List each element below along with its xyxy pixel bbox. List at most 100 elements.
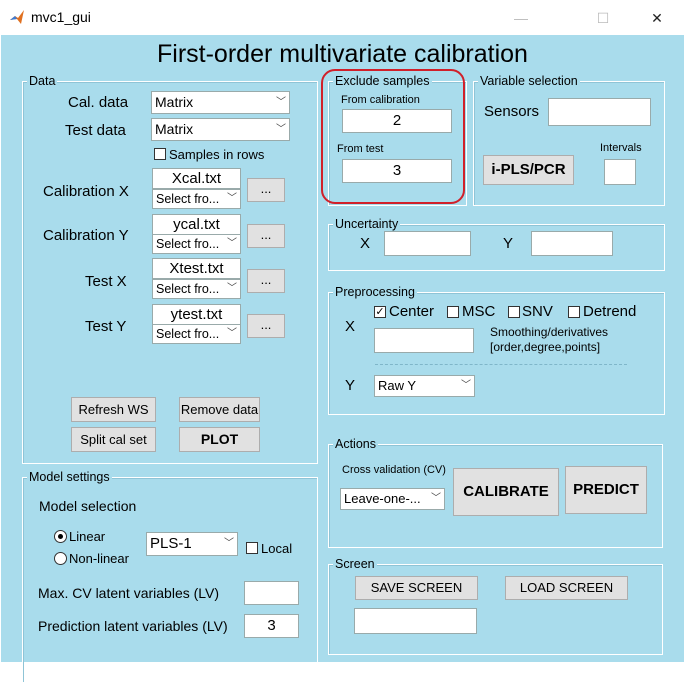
preprocessing-x-label: X bbox=[345, 318, 356, 335]
model-selection-label: Model selection bbox=[39, 498, 137, 514]
calibration-x-label: Calibration X bbox=[43, 183, 129, 200]
model-settings-title: Model settings bbox=[27, 469, 112, 485]
detrend-checkbox[interactable] bbox=[568, 306, 580, 318]
nonlinear-label: Non-linear bbox=[69, 551, 129, 566]
calibration-x-file[interactable]: Xcal.txt bbox=[152, 168, 241, 189]
test-data-select[interactable]: Matrix ﹀ bbox=[151, 118, 290, 141]
calibration-y-file[interactable]: ycal.txt bbox=[152, 214, 241, 235]
app-client-area: First-order multivariate calibration Dat… bbox=[1, 35, 684, 683]
matlab-icon bbox=[10, 10, 24, 24]
browse-calibration-y-button[interactable]: ... bbox=[247, 224, 285, 248]
snv-checkbox[interactable] bbox=[508, 306, 520, 318]
y-preprocessing-select[interactable]: Raw Y ﹀ bbox=[374, 375, 475, 397]
snv-label: SNV bbox=[522, 303, 553, 320]
nonlinear-radio[interactable] bbox=[54, 552, 67, 565]
calibrate-button[interactable]: CALIBRATE bbox=[453, 468, 559, 516]
test-data-label: Test data bbox=[65, 122, 126, 139]
intervals-label: Intervals bbox=[600, 142, 642, 154]
center-checkbox[interactable]: ✓ bbox=[374, 306, 386, 318]
cross-validation-select[interactable]: Leave-one-... ﹀ bbox=[340, 488, 445, 510]
calibration-x-source-value: Select fro... bbox=[156, 192, 220, 206]
data-panel-title: Data bbox=[27, 73, 58, 89]
screen-filename-input[interactable] bbox=[354, 608, 477, 634]
cross-validation-label: Cross validation (CV) bbox=[342, 464, 446, 476]
cal-data-label: Cal. data bbox=[68, 94, 129, 111]
calibration-y-label: Calibration Y bbox=[43, 227, 129, 244]
chevron-down-icon: ﹀ bbox=[223, 280, 240, 298]
actions-title: Actions bbox=[333, 436, 378, 452]
remove-data-button[interactable]: Remove data bbox=[179, 397, 260, 422]
ipls-pcr-button[interactable]: i-PLS/PCR bbox=[483, 155, 574, 185]
predict-button[interactable]: PREDICT bbox=[565, 466, 647, 514]
chevron-down-icon: ﹀ bbox=[220, 533, 237, 555]
uncertainty-panel: Uncertainty bbox=[328, 216, 665, 271]
sensors-label: Sensors bbox=[484, 103, 540, 120]
uncertainty-y-input[interactable] bbox=[531, 231, 613, 256]
test-data-value: Matrix bbox=[155, 121, 194, 137]
max-cv-lv-input[interactable] bbox=[244, 581, 299, 605]
smoothing-label: Smoothing/derivatives bbox=[490, 325, 609, 339]
smoothing-format-label: [order,degree,points] bbox=[490, 340, 601, 354]
save-screen-button[interactable]: SAVE SCREEN bbox=[355, 576, 478, 600]
test-y-file[interactable]: ytest.txt bbox=[152, 304, 241, 325]
maximize-button[interactable]: ☐ bbox=[580, 4, 626, 32]
msc-checkbox[interactable] bbox=[447, 306, 459, 318]
prediction-lv-input[interactable]: 3 bbox=[244, 614, 299, 638]
cal-data-value: Matrix bbox=[155, 94, 194, 110]
minimize-button[interactable]: — bbox=[498, 4, 544, 32]
smoothing-input[interactable] bbox=[374, 328, 474, 353]
chevron-down-icon: ﹀ bbox=[223, 190, 240, 208]
window-title: mvc1_gui bbox=[31, 9, 91, 25]
load-screen-button[interactable]: LOAD SCREEN bbox=[505, 576, 628, 600]
test-y-label: Test Y bbox=[85, 318, 127, 335]
linear-label: Linear bbox=[69, 529, 106, 544]
preprocessing-title: Preprocessing bbox=[333, 284, 417, 300]
close-button[interactable]: ✕ bbox=[634, 4, 680, 32]
y-preprocessing-value: Raw Y bbox=[378, 378, 417, 393]
preprocessing-divider bbox=[375, 364, 627, 365]
test-x-file[interactable]: Xtest.txt bbox=[152, 258, 241, 279]
test-y-source-value: Select fro... bbox=[156, 327, 220, 341]
intervals-input[interactable] bbox=[604, 159, 636, 185]
browse-test-y-button[interactable]: ... bbox=[247, 314, 285, 338]
chevron-down-icon: ﹀ bbox=[457, 376, 474, 396]
preprocessing-y-label: Y bbox=[345, 377, 356, 394]
uncertainty-x-label: X bbox=[360, 235, 371, 252]
calibration-y-source-select[interactable]: Select fro... ﹀ bbox=[152, 234, 241, 254]
local-checkbox[interactable] bbox=[246, 542, 258, 554]
algorithm-select[interactable]: PLS-1 ﹀ bbox=[146, 532, 238, 556]
sensors-input[interactable] bbox=[548, 98, 651, 126]
max-cv-lv-label: Max. CV latent variables (LV) bbox=[38, 585, 220, 601]
chevron-down-icon: ﹀ bbox=[272, 92, 289, 113]
chevron-down-icon: ﹀ bbox=[223, 235, 240, 253]
screen-title: Screen bbox=[333, 556, 377, 572]
chevron-down-icon: ﹀ bbox=[272, 119, 289, 140]
uncertainty-y-label: Y bbox=[503, 235, 514, 252]
msc-label: MSC bbox=[462, 303, 496, 320]
exclude-samples-highlight bbox=[321, 69, 465, 204]
browse-calibration-x-button[interactable]: ... bbox=[247, 178, 285, 202]
page-title: First-order multivariate calibration bbox=[157, 40, 528, 68]
samples-in-rows-label: Samples in rows bbox=[169, 147, 265, 162]
cross-validation-value: Leave-one-... bbox=[344, 491, 421, 506]
browse-test-x-button[interactable]: ... bbox=[247, 269, 285, 293]
variable-selection-title: Variable selection bbox=[478, 73, 580, 89]
split-cal-set-button[interactable]: Split cal set bbox=[71, 427, 156, 452]
test-x-source-select[interactable]: Select fro... ﹀ bbox=[152, 279, 241, 299]
calibration-x-source-select[interactable]: Select fro... ﹀ bbox=[152, 189, 241, 209]
chevron-down-icon: ﹀ bbox=[427, 489, 444, 509]
detrend-label: Detrend bbox=[583, 303, 637, 320]
linear-radio[interactable] bbox=[54, 530, 67, 543]
samples-in-rows-checkbox[interactable] bbox=[154, 148, 166, 160]
test-x-label: Test X bbox=[85, 273, 127, 290]
plot-button[interactable]: PLOT bbox=[179, 427, 260, 452]
uncertainty-title: Uncertainty bbox=[333, 216, 401, 232]
algorithm-value: PLS-1 bbox=[150, 535, 192, 552]
prediction-lv-label: Prediction latent variables (LV) bbox=[38, 618, 228, 634]
cal-data-select[interactable]: Matrix ﹀ bbox=[151, 91, 290, 114]
local-label: Local bbox=[261, 541, 293, 556]
title-bar: mvc1_gui — ☐ ✕ bbox=[0, 0, 685, 35]
test-y-source-select[interactable]: Select fro... ﹀ bbox=[152, 324, 241, 344]
refresh-ws-button[interactable]: Refresh WS bbox=[71, 397, 156, 422]
uncertainty-x-input[interactable] bbox=[384, 231, 471, 256]
